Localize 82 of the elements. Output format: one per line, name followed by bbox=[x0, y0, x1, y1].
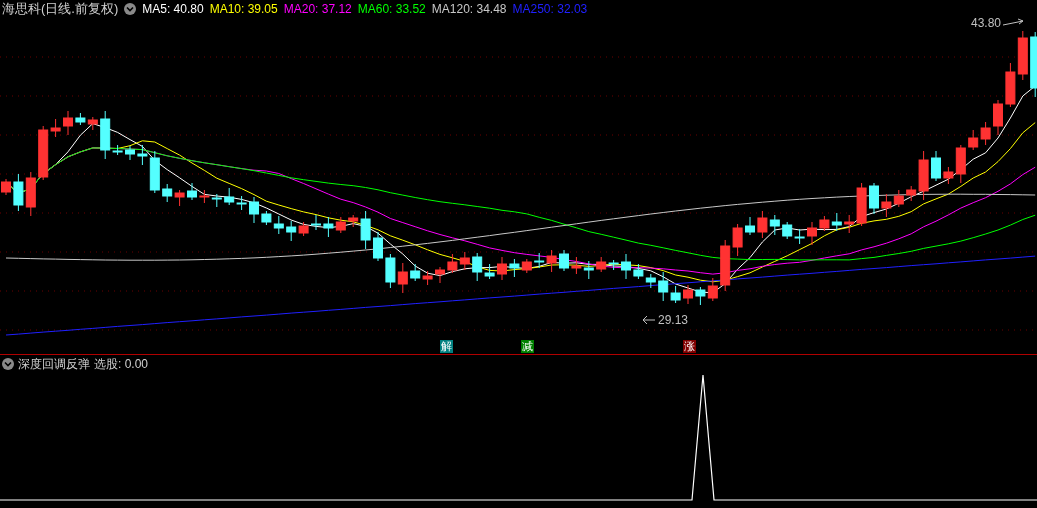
candlestick bbox=[831, 212, 842, 232]
candlestick bbox=[211, 193, 222, 208]
candlestick bbox=[125, 145, 135, 161]
candlestick bbox=[633, 263, 644, 280]
candlestick bbox=[13, 173, 24, 212]
candlestick bbox=[757, 210, 768, 239]
candlestick bbox=[521, 258, 532, 274]
chart-title: 海思科(日线.前复权) bbox=[2, 0, 119, 19]
candlestick bbox=[75, 112, 86, 126]
indicator-value: MA10: 39.05 bbox=[209, 1, 278, 18]
candlestick bbox=[596, 256, 607, 273]
candlestick bbox=[397, 262, 408, 294]
signal-badge: 涨 bbox=[683, 340, 696, 353]
arrow-icon bbox=[1003, 18, 1026, 28]
indicator-value: 选股: 0.00 bbox=[94, 356, 149, 373]
candlestick bbox=[571, 256, 582, 275]
indicator-value: MA20: 37.12 bbox=[283, 1, 352, 18]
candlestick bbox=[447, 253, 458, 274]
candlestick bbox=[335, 216, 346, 234]
candlestick bbox=[993, 99, 1003, 136]
arrow-icon bbox=[642, 315, 656, 325]
candlestick bbox=[410, 263, 421, 282]
dropdown-icon[interactable] bbox=[124, 3, 137, 15]
candlestick bbox=[931, 150, 941, 182]
candlestick bbox=[745, 216, 755, 236]
candlestick bbox=[162, 183, 173, 203]
candlestick bbox=[559, 249, 569, 272]
candlestick bbox=[224, 187, 235, 206]
candlestick bbox=[534, 252, 545, 269]
indicator-value: MA120: 34.48 bbox=[431, 1, 507, 18]
candlestick bbox=[261, 210, 272, 226]
candlestick bbox=[435, 266, 445, 284]
candlestick bbox=[1, 178, 11, 196]
candlestick bbox=[980, 121, 991, 146]
candlestick bbox=[199, 189, 210, 204]
candlestick bbox=[546, 249, 557, 273]
price-label: 29.13 bbox=[658, 312, 689, 329]
candlestick bbox=[608, 259, 619, 271]
candlestick bbox=[25, 171, 36, 217]
candlestick bbox=[621, 253, 631, 280]
candlestick bbox=[1005, 62, 1016, 108]
indicator-value: MA5: 40.80 bbox=[142, 1, 204, 18]
dropdown-icon[interactable] bbox=[2, 358, 14, 370]
candlestick bbox=[1030, 31, 1037, 98]
candlestick bbox=[323, 216, 334, 238]
candlestick bbox=[881, 193, 892, 218]
candlestick bbox=[683, 284, 693, 305]
candlestick bbox=[583, 260, 594, 280]
candlestick bbox=[311, 214, 321, 231]
signal-badge: 减 bbox=[521, 340, 534, 353]
candlestick bbox=[373, 231, 383, 262]
candlestick bbox=[769, 214, 780, 236]
candlestick bbox=[893, 189, 904, 208]
signal-badge: 解 bbox=[440, 340, 453, 353]
candlestick bbox=[695, 286, 706, 306]
indicator-value: MA60: 33.52 bbox=[357, 1, 426, 18]
candlestick bbox=[509, 258, 520, 278]
candlestick bbox=[459, 251, 470, 271]
candlestick bbox=[707, 277, 718, 302]
candlestick bbox=[187, 182, 197, 201]
candlestick bbox=[87, 116, 98, 131]
candlestick bbox=[236, 195, 247, 211]
candlestick bbox=[298, 221, 309, 237]
indicator-value: MA250: 32.03 bbox=[512, 1, 588, 18]
candlestick bbox=[174, 189, 185, 207]
candlestick bbox=[807, 221, 817, 246]
candlestick bbox=[819, 215, 830, 232]
candlestick bbox=[869, 182, 879, 215]
candlestick bbox=[497, 256, 507, 281]
candlestick bbox=[968, 129, 979, 151]
indicator-title: 深度回调反弹 bbox=[18, 356, 90, 373]
price-label: 43.80 bbox=[971, 15, 1002, 32]
candlestick bbox=[249, 196, 259, 224]
candlestick bbox=[1017, 30, 1028, 81]
candlestick bbox=[63, 110, 73, 136]
candlestick bbox=[273, 215, 284, 235]
candlestick bbox=[286, 220, 297, 242]
candlestick bbox=[645, 273, 656, 289]
candlestick bbox=[422, 270, 433, 286]
candlestick bbox=[385, 253, 396, 289]
candlestick bbox=[782, 221, 793, 240]
candlestick bbox=[794, 228, 805, 245]
